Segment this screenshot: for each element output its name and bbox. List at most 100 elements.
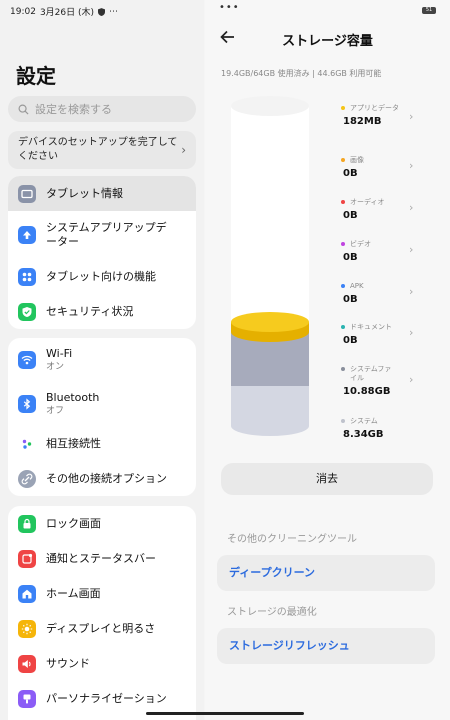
legend-item-audio[interactable]: オーディオ 0B › — [341, 198, 417, 221]
sidebar-item-notifications[interactable]: 通知とステータスバー — [8, 541, 196, 576]
legend-dot — [341, 284, 345, 288]
lock-icon — [18, 514, 36, 533]
legend-name: 画像 — [350, 156, 364, 164]
home-indicator[interactable] — [146, 712, 304, 715]
sidebar-item-label: Wi-Fi — [46, 347, 73, 360]
setup-text: デバイスのセットアップを完了してください — [18, 137, 178, 162]
legend-value: 0B — [343, 335, 358, 346]
sidebar-item-label: 通知とステータスバー — [46, 551, 156, 565]
tablet-icon — [18, 184, 36, 203]
setup-banner[interactable]: デバイスのセットアップを完了してください › — [8, 131, 196, 169]
search-input[interactable]: 設定を検索する — [8, 96, 196, 122]
sidebar-item-wifi[interactable]: Wi-Fi オン — [8, 338, 196, 382]
status-time: 19:02 — [10, 6, 36, 17]
sidebar-item-interconnectivity[interactable]: 相互接続性 — [8, 426, 196, 461]
search-icon — [18, 104, 29, 115]
legend-value: 182MB — [343, 116, 382, 127]
legend-item-images[interactable]: 画像 0B › — [341, 156, 417, 179]
sidebar-item-label: ロック画面 — [46, 516, 101, 530]
sidebar-item-system-app-updater[interactable]: システムアプリアップデーター — [8, 211, 196, 259]
bluetooth-status: オフ — [46, 406, 65, 416]
notification-icon — [18, 549, 36, 568]
legend-name: システムファイル — [350, 365, 392, 382]
bluetooth-icon — [18, 395, 36, 413]
sidebar-item-bluetooth[interactable]: Bluetooth オフ — [8, 382, 196, 426]
legend-item-system: システム 8.34GB — [341, 417, 417, 440]
chevron-right-icon: › — [409, 326, 414, 339]
legend-dot — [341, 242, 345, 246]
legend-name: APK — [350, 282, 364, 290]
legend-item-video[interactable]: ビデオ 0B › — [341, 240, 417, 263]
sun-icon — [18, 619, 36, 638]
sidebar-item-tablet-info[interactable]: タブレット情報 — [8, 176, 196, 211]
chevron-right-icon: › — [409, 201, 414, 214]
cylinder-apps-top — [231, 312, 309, 332]
status-date: 3月26日 (木) — [39, 8, 94, 18]
shield-check-icon — [18, 302, 36, 321]
sidebar-item-label: サウンド — [46, 656, 90, 670]
legend-value: 0B — [343, 252, 358, 263]
settings-group-display: ロック画面 通知とステータスバー ホーム画面 ディスプレイと明るさ サウンド パ… — [8, 506, 196, 720]
legend-dot — [341, 419, 345, 423]
sidebar-item-label: セキュリティ状況 — [46, 304, 134, 318]
sidebar-item-other-connections[interactable]: その他の接続オプション — [8, 461, 196, 496]
legend-name: ビデオ — [350, 240, 371, 248]
other-cleaning-tools-header: その他のクリーニングツール — [227, 534, 357, 545]
sidebar-item-security-status[interactable]: セキュリティ状況 — [8, 294, 196, 329]
legend-name: システム — [350, 417, 378, 425]
arrow-up-icon — [18, 226, 36, 244]
legend-dot — [341, 158, 345, 162]
cylinder-segment-system — [231, 386, 309, 436]
sidebar-item-label: ホーム画面 — [46, 586, 101, 600]
chevron-right-icon: › — [409, 373, 414, 386]
speaker-icon — [18, 654, 36, 673]
status-more: ⋯ — [109, 6, 118, 17]
sidebar-item-home-screen[interactable]: ホーム画面 — [8, 576, 196, 611]
legend-dot — [341, 325, 345, 329]
sidebar-item-sound[interactable]: サウンド — [8, 646, 196, 681]
cylinder-free-space — [231, 106, 309, 321]
page-title: 設定 — [16, 64, 56, 88]
legend-item-documents[interactable]: ドキュメント 0B › — [341, 323, 417, 346]
status-dots: ••• — [219, 2, 240, 13]
sidebar-item-personalization[interactable]: パーソナライゼーション — [8, 681, 196, 716]
storage-refresh-button[interactable]: ストレージリフレッシュ — [217, 628, 435, 664]
brush-icon — [18, 689, 36, 708]
home-icon — [18, 584, 36, 603]
settings-pane: 19:02 3月26日 (木) ⋯ 設定 設定を検索する デバイスのセットアップ… — [0, 0, 204, 720]
chevron-right-icon: › — [181, 143, 186, 157]
storage-optimization-header: ストレージの最適化 — [227, 607, 317, 618]
legend-item-apk[interactable]: APK 0B › — [341, 282, 417, 305]
sidebar-item-tablet-features[interactable]: タブレット向けの機能 — [8, 259, 196, 294]
storage-usage-summary: 19.4GB/64GB 使用済み | 44.6GB 利用可能 — [221, 69, 382, 78]
legend-dot — [341, 200, 345, 204]
legend-item-system-files[interactable]: システムファイル 10.88GB › — [341, 365, 417, 397]
legend-name: オーディオ — [350, 198, 385, 206]
sidebar-item-display-brightness[interactable]: ディスプレイと明るさ — [8, 611, 196, 646]
chevron-right-icon: › — [409, 159, 414, 172]
legend-dot — [341, 367, 345, 371]
legend-value: 8.34GB — [343, 429, 384, 440]
sidebar-item-label: タブレット向けの機能 — [46, 269, 156, 283]
link-icon — [18, 469, 36, 488]
chevron-right-icon: › — [409, 243, 414, 256]
sidebar-item-label: その他の接続オプション — [46, 471, 167, 485]
sidebar-item-label: システムアプリアップデーター — [46, 221, 167, 248]
deep-clean-button[interactable]: ディープクリーン — [217, 555, 435, 591]
sidebar-item-label: パーソナライゼーション — [46, 691, 167, 705]
legend-value: 10.88GB — [343, 386, 391, 397]
sidebar-item-lock-screen[interactable]: ロック画面 — [8, 506, 196, 541]
chevron-right-icon: › — [409, 110, 414, 123]
storage-pane: ••• 51 ストレージ容量 19.4GB/64GB 使用済み | 44.6GB… — [205, 0, 450, 720]
legend-value: 0B — [343, 210, 358, 221]
legend-item-apps-data[interactable]: アプリとデータ 182MB › — [341, 104, 417, 127]
page-title: ストレージ容量 — [282, 34, 373, 49]
wifi-icon — [18, 351, 36, 369]
sidebar-item-label: ディスプレイと明るさ — [46, 621, 156, 635]
legend-dot — [341, 106, 345, 110]
shield-status-icon — [98, 7, 105, 16]
clear-button[interactable]: 消去 — [221, 463, 433, 495]
storage-cylinder-chart — [231, 96, 309, 436]
wifi-status: オン — [46, 362, 65, 372]
legend-name: アプリとデータ — [350, 104, 399, 112]
